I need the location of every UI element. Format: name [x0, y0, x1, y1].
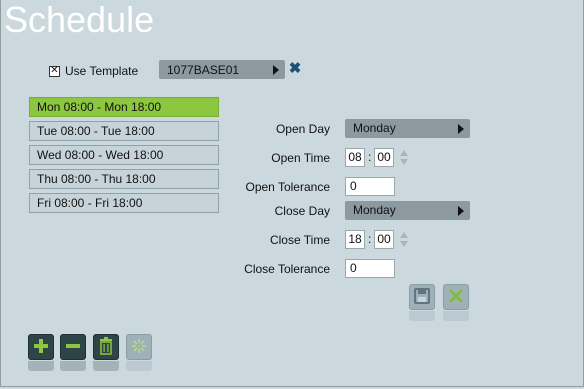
delete-button-reflection	[93, 361, 119, 371]
close-day-value: Monday	[353, 203, 396, 217]
template-select-value: 1077BASE01	[167, 62, 240, 77]
add-icon	[33, 338, 49, 357]
page-title: Schedule	[4, 0, 155, 40]
save-button-reflection	[409, 311, 435, 321]
open-day-value: Monday	[353, 121, 396, 135]
open-tolerance-label: Open Tolerance	[245, 180, 330, 194]
save-icon	[414, 287, 430, 307]
trash-icon	[99, 336, 113, 358]
open-tolerance-input[interactable]: 0	[345, 177, 395, 196]
template-select[interactable]: 1077BASE01	[159, 60, 285, 79]
schedule-slot[interactable]: Tue 08:00 - Tue 18:00	[29, 121, 219, 141]
clear-template-icon[interactable]: ✖	[288, 60, 302, 78]
close-day-select[interactable]: Monday	[345, 201, 470, 220]
schedule-slot[interactable]: Wed 08:00 - Wed 18:00	[29, 145, 219, 165]
remove-button-reflection	[60, 361, 86, 371]
clear-all-button-reflection	[126, 361, 152, 371]
schedule-slot[interactable]: Fri 08:00 - Fri 18:00	[29, 193, 219, 213]
dropdown-arrow-icon	[458, 206, 464, 216]
close-hour-input[interactable]: 18	[345, 230, 365, 249]
add-button-reflection	[28, 361, 54, 371]
remove-icon	[65, 338, 81, 357]
cancel-button-reflection	[443, 311, 469, 321]
delete-slot-button[interactable]	[93, 334, 119, 360]
schedule-slot[interactable]: Mon 08:00 - Mon 18:00	[29, 97, 219, 117]
time-separator: :	[368, 150, 372, 164]
use-template-checkbox[interactable]: ✕	[49, 65, 60, 77]
add-slot-button[interactable]	[28, 334, 54, 360]
open-day-select[interactable]: Monday	[345, 119, 470, 138]
cancel-button[interactable]	[443, 284, 469, 310]
schedule-slot-list: Mon 08:00 - Mon 18:00 Tue 08:00 - Tue 18…	[29, 97, 219, 217]
remove-slot-button[interactable]	[60, 334, 86, 360]
close-tolerance-label: Close Tolerance	[244, 262, 330, 276]
schedule-panel: Schedule ✕ Use Template 1077BASE01 ✖ Mon…	[0, 0, 584, 387]
open-day-label: Open Day	[275, 122, 330, 136]
spin-up-icon	[400, 150, 408, 156]
spin-up-icon	[400, 232, 408, 238]
dropdown-arrow-icon	[273, 65, 279, 75]
open-minute-input[interactable]: 00	[374, 148, 394, 167]
open-time-label: Open Time	[271, 151, 330, 165]
close-minute-input[interactable]: 00	[374, 230, 394, 249]
open-hour-input[interactable]: 08	[345, 148, 365, 167]
open-time-spinner[interactable]	[398, 148, 410, 167]
close-time-label: Close Time	[269, 233, 330, 247]
save-button[interactable]	[409, 284, 435, 310]
spin-down-icon	[400, 159, 408, 165]
close-tolerance-input[interactable]: 0	[345, 259, 395, 278]
spin-down-icon	[400, 241, 408, 247]
cancel-icon	[449, 289, 463, 306]
use-template-row: ✕ Use Template	[49, 62, 138, 80]
sparkle-icon	[131, 338, 147, 357]
use-template-label: Use Template	[65, 64, 139, 78]
dropdown-arrow-icon	[458, 124, 464, 134]
schedule-slot[interactable]: Thu 08:00 - Thu 18:00	[29, 169, 219, 189]
clear-all-button[interactable]	[126, 334, 152, 360]
time-separator: :	[368, 232, 372, 246]
close-time-spinner[interactable]	[398, 230, 410, 249]
close-day-label: Close Day	[274, 204, 330, 218]
